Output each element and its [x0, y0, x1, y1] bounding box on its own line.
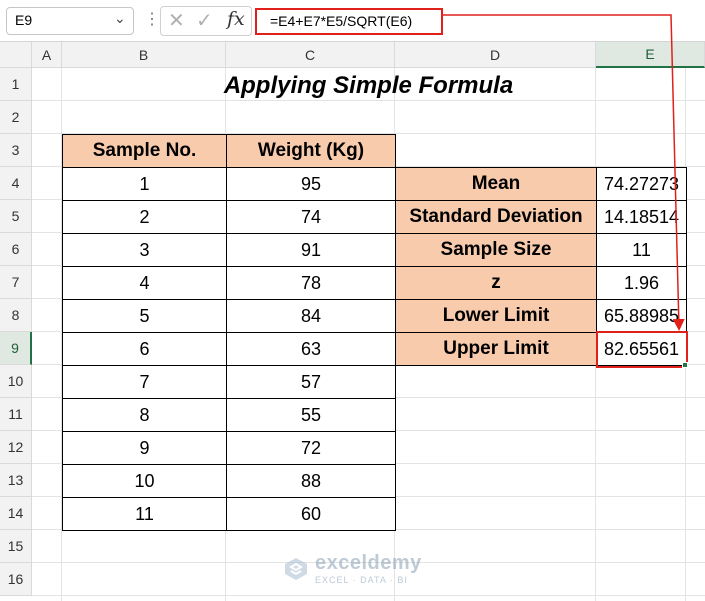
exceldemy-logo-icon [285, 557, 307, 580]
watermark: exceldemy EXCEL · DATA · BI [283, 552, 422, 585]
watermark-tagline: EXCEL · DATA · BI [315, 575, 408, 585]
watermark-name: exceldemy [315, 552, 422, 574]
annotation-arrow [443, 14, 685, 331]
